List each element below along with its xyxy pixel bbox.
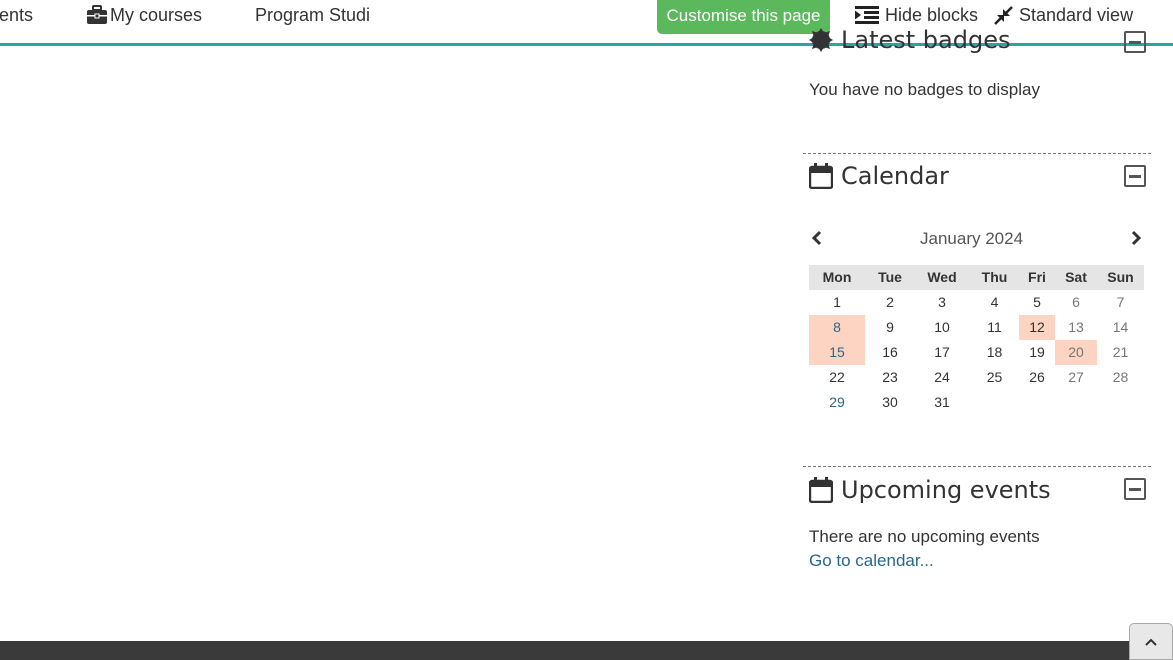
calendar-prev-month-icon[interactable] (809, 230, 825, 246)
calendar-day-header: Sat (1065, 269, 1087, 285)
calendar-day-cell: 23 (882, 369, 898, 385)
briefcase-icon (87, 5, 107, 24)
calendar-day-cell[interactable]: 20 (1055, 340, 1097, 365)
badges-block-header: Latest badges (809, 26, 1010, 54)
calendar-day-cell: 13 (1068, 319, 1084, 335)
calendar-day-header: Thu (981, 269, 1008, 285)
upcoming-block-header: Upcoming events (809, 476, 1051, 504)
block-region: Latest badges You have no badges to disp… (803, 0, 1151, 641)
badges-empty-text: You have no badges to display (809, 80, 1040, 99)
page-footer (0, 641, 1173, 660)
calendar-month-label: January 2024 (920, 229, 1024, 248)
calendar-day-cell: 7 (1116, 294, 1125, 310)
upcoming-collapse-button[interactable] (1124, 478, 1146, 500)
calendar-day-cell: 28 (1112, 369, 1129, 385)
calendar-day-cell: 4 (990, 294, 999, 310)
calendar-day-cell[interactable]: 15 (809, 340, 865, 365)
back-to-top-button[interactable] (1129, 623, 1173, 660)
calendar-day-cell: 18 (986, 344, 1003, 360)
calendar-day-cell: 25 (986, 369, 1003, 385)
calendar-block-header: Calendar (809, 162, 949, 190)
calendar-day-cell: 22 (829, 369, 845, 385)
calendar-icon (809, 477, 833, 503)
calendar-day-cell[interactable]: 12 (1019, 315, 1055, 340)
calendar-day-header: Sun (1107, 269, 1134, 285)
badges-collapse-button[interactable] (1124, 31, 1146, 53)
upcoming-empty-text: There are no upcoming events (809, 527, 1040, 546)
calendar-day-cell: 21 (1112, 344, 1129, 360)
calendar-day-cell: 6 (1072, 294, 1080, 310)
calendar-day-cell: 14 (1112, 319, 1129, 335)
nav-events-link[interactable]: Events (0, 4, 33, 26)
nav-program-studi-label: Program Studi (255, 5, 371, 25)
calendar-day-cell: 30 (882, 394, 898, 410)
chevron-up-icon (1145, 638, 1157, 646)
calendar-day-cell: 19 (1029, 344, 1045, 360)
calendar-day-cell[interactable]: 29 (809, 390, 865, 415)
calendar-day-cell: 11 (987, 319, 1002, 335)
upcoming-block-title: Upcoming events (841, 476, 1051, 504)
badges-block-title: Latest badges (841, 26, 1011, 54)
calendar-day-cell: 27 (1068, 369, 1084, 385)
calendar-day-cell: 31 (934, 394, 950, 410)
calendar-day-cell[interactable]: 8 (809, 315, 865, 340)
calendar-day-cell: 16 (882, 344, 898, 360)
nav-events-label: Events (0, 5, 34, 25)
calendar-day-header: Fri (1028, 269, 1046, 285)
calendar-day-cell: 2 (886, 294, 894, 310)
calendar-day-header: Tue (878, 269, 902, 285)
calendar-day-cell: 26 (1029, 369, 1045, 385)
nav-program-studi-link[interactable]: Program Studi (255, 4, 370, 26)
calendar-day-cell: 17 (934, 344, 950, 360)
calendar-icon (809, 163, 833, 189)
customise-page-label: Customise this page (666, 6, 821, 25)
calendar-day-cell: 24 (934, 369, 950, 385)
nav-my-courses-label: My courses (110, 5, 203, 25)
calendar-day-cell: 9 (886, 319, 894, 335)
calendar-day-cell: 3 (938, 294, 946, 310)
calendar-day-header: Wed (927, 269, 957, 285)
calendar-collapse-button[interactable] (1124, 165, 1146, 187)
calendar-block-title: Calendar (841, 162, 949, 190)
calendar-day-header: Mon (822, 269, 852, 285)
certificate-icon (809, 28, 833, 52)
calendar-day-cell: 5 (1033, 294, 1041, 310)
calendar-next-month-icon[interactable] (1128, 230, 1144, 246)
nav-my-courses-link[interactable]: My courses (86, 4, 202, 26)
divider (803, 466, 1151, 467)
go-to-calendar-link[interactable]: Go to calendar... (809, 551, 934, 571)
divider (803, 153, 1151, 154)
calendar-day-cell: 10 (934, 319, 950, 335)
calendar-day-cell: 1 (833, 294, 841, 310)
